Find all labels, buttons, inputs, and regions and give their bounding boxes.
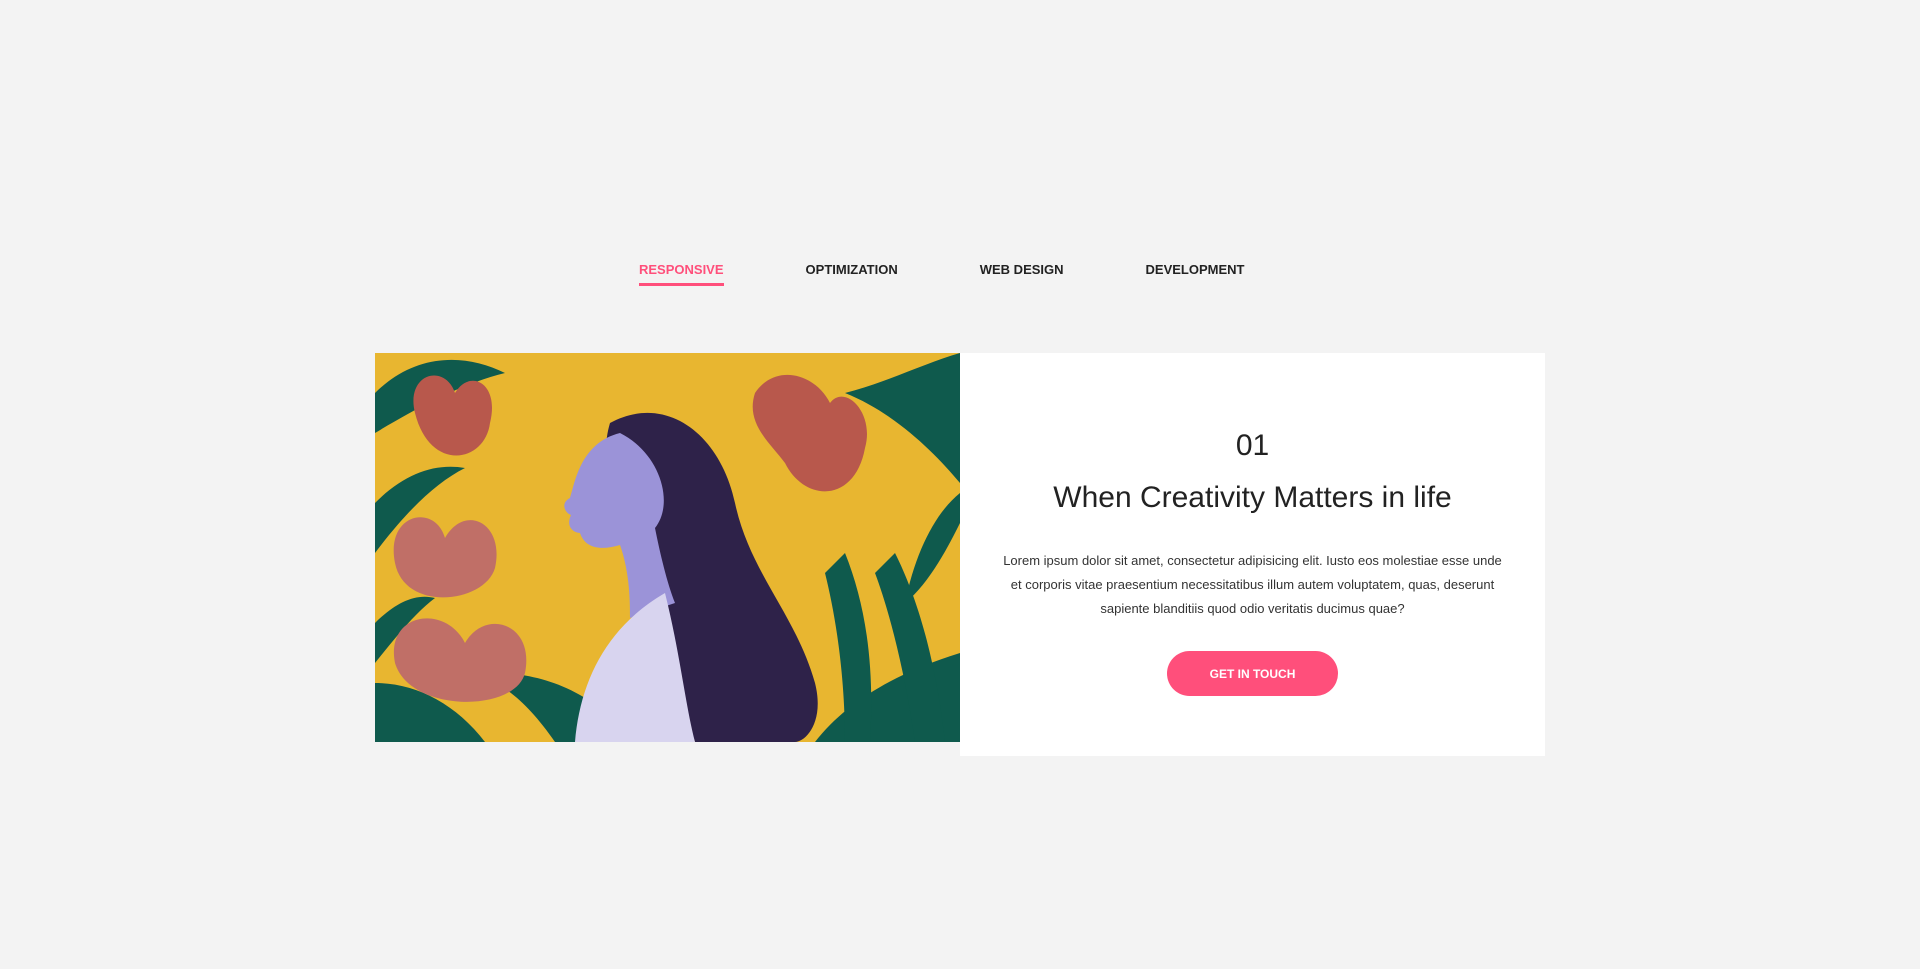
feature-number: 01 — [1235, 429, 1270, 462]
feature-title: When Creativity Matters in life — [1053, 481, 1452, 514]
illustration-woman-flowers-icon — [375, 353, 960, 742]
tab-development[interactable]: DEVELOPMENT — [1146, 262, 1245, 286]
feature-card: 01 When Creativity Matters in life Lorem… — [375, 353, 1545, 756]
feature-description: Lorem ipsum dolor sit amet, consectetur … — [1003, 553, 1502, 616]
tab-web-design[interactable]: WEB DESIGN — [980, 262, 1064, 286]
get-in-touch-button[interactable]: GET IN TOUCH — [1167, 651, 1338, 696]
card-content: 01 When Creativity Matters in life Lorem… — [960, 353, 1545, 756]
illustration-image — [375, 353, 960, 742]
tab-responsive[interactable]: RESPONSIVE — [639, 262, 724, 286]
tab-bar: RESPONSIVE OPTIMIZATION WEB DESIGN DEVEL… — [639, 262, 1245, 286]
tab-optimization[interactable]: OPTIMIZATION — [806, 262, 898, 286]
